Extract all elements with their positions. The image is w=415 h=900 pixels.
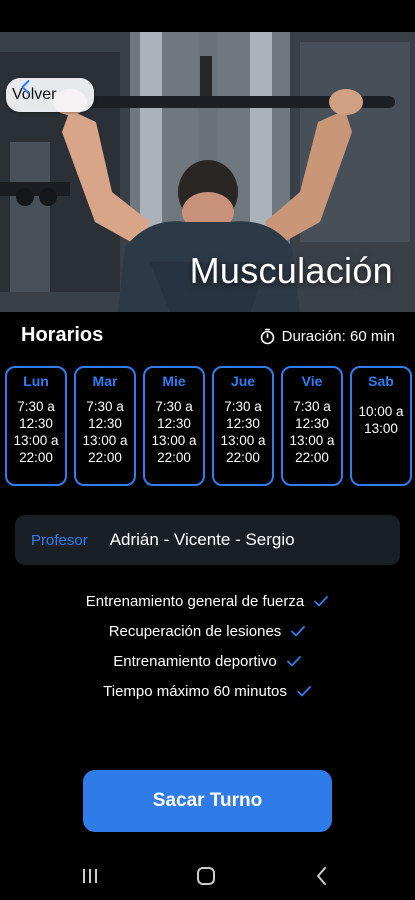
day-card-vie: Vie 7:30 a 12:30 13:00 a 22:00 [281, 366, 343, 486]
day-time: 13:00 a [151, 433, 197, 448]
back-icon[interactable] [310, 864, 334, 888]
recent-apps-icon[interactable] [78, 864, 102, 888]
chevron-left-icon [21, 80, 30, 94]
status-bar [0, 0, 415, 32]
day-time: 7:30 a [293, 399, 331, 414]
book-turn-button[interactable]: Sacar Turno [83, 770, 332, 832]
day-name: Vie [301, 373, 323, 389]
day-time: 22:00 [88, 450, 122, 465]
day-card-mar: Mar 7:30 a 12:30 13:00 a 22:00 [74, 366, 136, 486]
stopwatch-icon [260, 328, 274, 345]
day-time: 7:30 a [86, 399, 124, 414]
day-name: Mie [162, 373, 186, 389]
feature-item: Entrenamiento general de fuerza [0, 586, 415, 616]
day-card-lun: Lun 7:30 a 12:30 13:00 a 22:00 [5, 366, 67, 486]
day-time: 22:00 [19, 450, 53, 465]
check-icon [296, 686, 311, 697]
day-name: Mar [92, 373, 118, 389]
day-time: 12:30 [295, 416, 329, 431]
check-icon [291, 626, 306, 637]
teacher-names: Adrián - Vicente - Sergio [109, 530, 295, 549]
teacher-label: Profesor [31, 531, 88, 549]
day-time: 7:30 a [224, 399, 262, 414]
check-icon [286, 656, 301, 667]
feature-item: Recuperación de lesiones [0, 616, 415, 646]
day-name: Jue [230, 373, 256, 389]
day-time: 12:30 [157, 416, 191, 431]
day-card-sab: Sab 10:00 a 13:00 [350, 366, 412, 486]
day-time: 12:30 [19, 416, 53, 431]
schedule-header: Horarios Duración: 60 min [0, 322, 415, 352]
page-title: Musculación [189, 250, 393, 291]
day-name: Sab [368, 373, 394, 389]
feature-label: Entrenamiento deportivo [113, 652, 277, 670]
day-time: 7:30 a [155, 399, 193, 414]
duration-info: Duración: 60 min [259, 328, 395, 345]
feature-label: Recuperación de lesiones [108, 622, 282, 640]
duration-label: Duración: 60 min [281, 328, 395, 345]
day-time: 13:00 [364, 421, 398, 436]
day-card-mie: Mie 7:30 a 12:30 13:00 a 22:00 [143, 366, 205, 486]
day-time: 13:00 a [220, 433, 266, 448]
day-time: 13:00 a [289, 433, 335, 448]
day-card-jue: Jue 7:30 a 12:30 13:00 a 22:00 [212, 366, 274, 486]
feature-label: Entrenamiento general de fuerza [85, 592, 305, 610]
day-time: 12:30 [226, 416, 260, 431]
feature-item: Entrenamiento deportivo [0, 646, 415, 676]
home-icon[interactable] [194, 864, 218, 888]
day-name: Lun [23, 373, 49, 389]
schedule-title: Horarios [21, 324, 104, 346]
day-time: 7:30 a [17, 399, 55, 414]
feature-label: Tiempo máximo 60 minutos [103, 682, 287, 700]
back-button[interactable]: Volver [6, 78, 94, 112]
feature-item: Tiempo máximo 60 minutos [0, 676, 415, 706]
teacher-card: Profesor Adrián - Vicente - Sergio [15, 515, 400, 565]
schedule-days: Lun 7:30 a 12:30 13:00 a 22:00 Mar 7:30 … [5, 366, 412, 486]
day-time: 10:00 a [358, 404, 404, 419]
day-time: 22:00 [226, 450, 260, 465]
day-time: 13:00 a [82, 433, 128, 448]
day-time: 22:00 [157, 450, 191, 465]
feature-list: Entrenamiento general de fuerza Recupera… [0, 586, 415, 706]
day-time: 22:00 [295, 450, 329, 465]
day-time: 12:30 [88, 416, 122, 431]
system-nav-bar [0, 850, 415, 900]
day-time: 13:00 a [13, 433, 59, 448]
check-icon [314, 596, 329, 607]
